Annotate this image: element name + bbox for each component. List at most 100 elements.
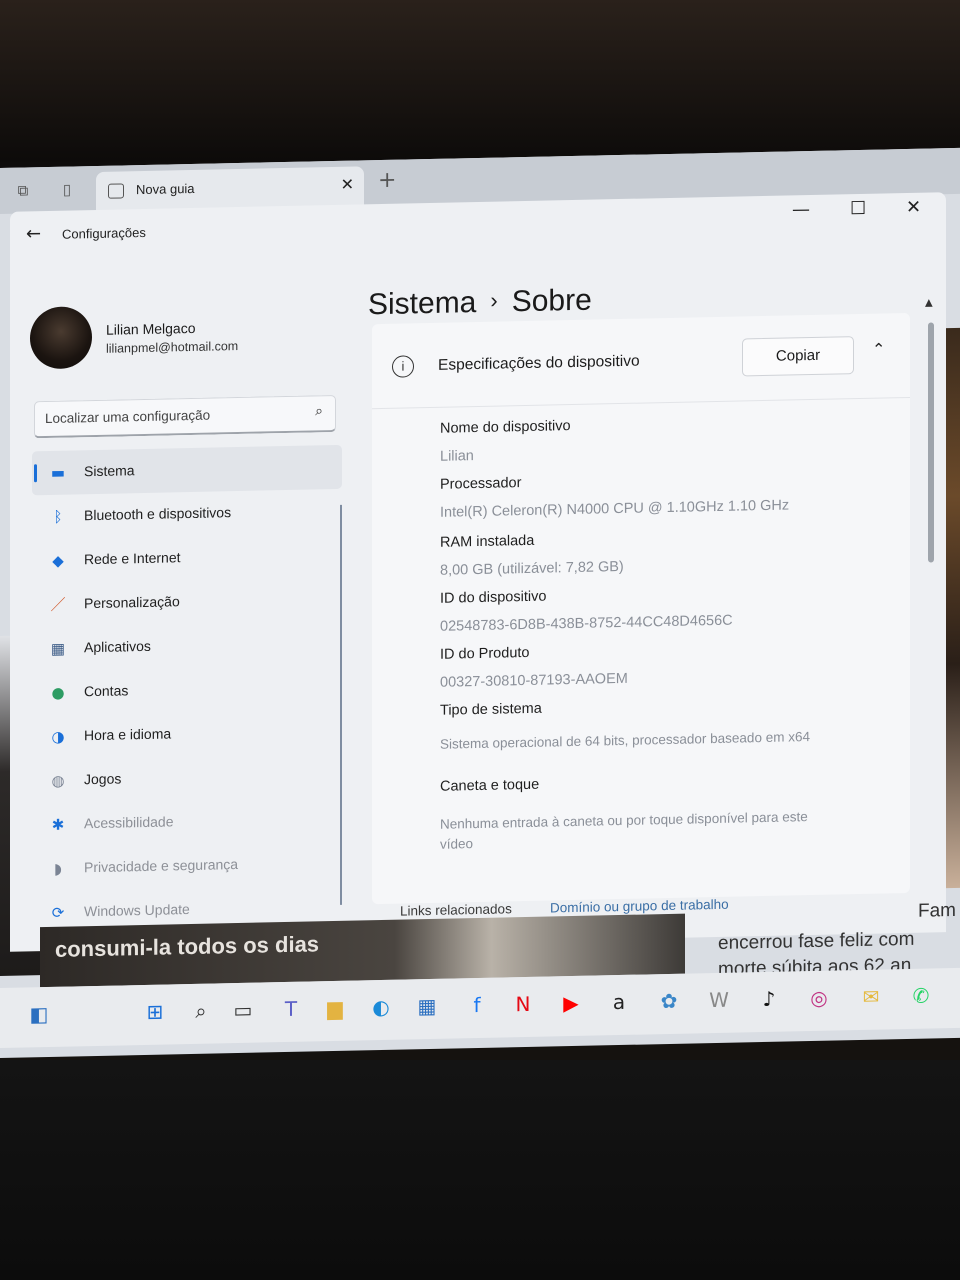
task-view-icon[interactable]: ▭ bbox=[230, 997, 256, 1024]
sidebar-item-hora-e-idioma[interactable]: ◑ Hora e idioma bbox=[32, 709, 342, 759]
netflix-icon[interactable]: N bbox=[510, 991, 536, 1018]
sidebar-item-rede-e-internet[interactable]: ◆ Rede e Internet bbox=[32, 533, 342, 583]
sidebar-item-label: Rede e Internet bbox=[84, 549, 181, 568]
user-name: Lilian Melgaco bbox=[106, 319, 196, 338]
chevron-up-icon[interactable]: ⌃ bbox=[872, 339, 885, 358]
close-button[interactable]: ✕ bbox=[906, 197, 921, 218]
spec-value: Sistema operacional de 64 bits, processa… bbox=[440, 729, 810, 752]
globe-clock-icon: ◑ bbox=[51, 727, 65, 746]
update-icon: ⟳ bbox=[51, 903, 65, 922]
sidebar-nav: ▬ Sistema ᛒ Bluetooth e dispositivos ◆ Rede e… bbox=[32, 444, 342, 935]
shield-icon: ◗ bbox=[54, 859, 62, 878]
new-tab-favicon-icon bbox=[108, 183, 124, 199]
tab-title: Nova guia bbox=[136, 180, 195, 198]
news-fam-text: Fam bbox=[918, 899, 956, 922]
sidebar-item-label: Aplicativos bbox=[84, 637, 151, 656]
sidebar-item-label: Contas bbox=[84, 682, 129, 700]
file-explorer-icon[interactable]: ▆ bbox=[322, 995, 348, 1022]
youtube-icon[interactable]: ▶ bbox=[558, 990, 584, 1017]
new-tab-icon[interactable]: + bbox=[378, 168, 396, 193]
scrollbar-thumb[interactable] bbox=[928, 322, 934, 563]
sidebar-item-label: Windows Update bbox=[84, 901, 190, 920]
app-title: Configurações bbox=[62, 224, 146, 242]
facebook-icon[interactable]: f bbox=[464, 992, 490, 1019]
edge-icon[interactable]: ◐ bbox=[368, 994, 394, 1021]
sidebar-item-acessibilidade[interactable]: ✱ Acessibilidade bbox=[32, 797, 342, 847]
sidebar-item-contas[interactable]: ● Contas bbox=[32, 665, 342, 715]
sidebar-item-jogos[interactable]: ◍ Jogos bbox=[32, 753, 342, 803]
apps-icon: ▦ bbox=[50, 639, 66, 658]
bluetooth-icon: ᛒ bbox=[53, 507, 63, 526]
related-links-label: Links relacionados bbox=[400, 901, 512, 919]
tiktok-icon[interactable]: ♪ bbox=[756, 986, 782, 1013]
info-icon: i bbox=[392, 355, 414, 378]
breadcrumb-parent[interactable]: Sistema bbox=[368, 286, 476, 321]
page-title: Sobre bbox=[511, 283, 592, 319]
sidebar-item-sistema[interactable]: ▬ Sistema bbox=[32, 444, 342, 496]
spec-value: Lilian bbox=[440, 448, 474, 465]
spec-value: Nenhuma entrada à caneta ou por toque di… bbox=[440, 809, 808, 852]
start-icon[interactable]: ⊞ bbox=[142, 998, 168, 1025]
spec-label: ID do Produto bbox=[440, 644, 530, 663]
wifi-icon: ◆ bbox=[52, 551, 64, 570]
sidebar-item-aplicativos[interactable]: ▦ Aplicativos bbox=[32, 621, 342, 671]
selected-indicator bbox=[34, 464, 37, 483]
mail-icon[interactable]: ✉ bbox=[858, 983, 884, 1010]
settings-window: — ☐ ✕ ← Configurações Lilian Melgaco lil… bbox=[10, 192, 946, 952]
user-email: lilianpmel@hotmail.com bbox=[106, 339, 239, 356]
spec-label: Processador bbox=[440, 475, 522, 493]
device-specs-title: Especificações do dispositivo bbox=[438, 352, 640, 374]
maximize-button[interactable]: ☐ bbox=[850, 198, 866, 219]
brush-icon: ／ bbox=[50, 595, 66, 614]
copy-button[interactable]: Copiar bbox=[742, 336, 854, 377]
sidebar-item-personaliza-o[interactable]: ／ Personalização bbox=[32, 577, 342, 627]
amazon-icon[interactable]: a bbox=[606, 989, 632, 1016]
store-icon[interactable]: ▦ bbox=[414, 993, 440, 1020]
monitor-bezel-bottom bbox=[0, 1060, 960, 1280]
spec-value: 02548783-6D8B-438B-8752-44CC48D4656C bbox=[440, 612, 733, 635]
sidebar-item-label: Personalização bbox=[84, 593, 180, 612]
photos-icon[interactable]: ✿ bbox=[656, 988, 682, 1015]
breadcrumb: Sistema › Sobre bbox=[368, 284, 592, 323]
domain-workgroup-link[interactable]: Domínio ou grupo de trabalho bbox=[550, 897, 729, 916]
search-input[interactable]: Localizar uma configuração ⌕ bbox=[34, 394, 336, 439]
tab-close-icon[interactable]: ✕ bbox=[341, 175, 354, 194]
spec-value: Intel(R) Celeron(R) N4000 CPU @ 1.10GHz … bbox=[440, 497, 790, 521]
scroll-up-icon[interactable]: ▲ bbox=[925, 297, 933, 308]
avatar[interactable] bbox=[30, 306, 92, 370]
device-specs-header[interactable]: i Especificações do dispositivo Copiar ⌃ bbox=[372, 312, 910, 410]
vertical-tabs-icon[interactable]: ▯ bbox=[58, 180, 76, 199]
accessibility-icon: ✱ bbox=[51, 815, 65, 834]
sidebar-item-privacidade-e-seguran-a[interactable]: ◗ Privacidade e segurança bbox=[32, 841, 342, 891]
spec-label: RAM instalada bbox=[440, 532, 535, 551]
sidebar-item-label: Privacidade e segurança bbox=[84, 856, 239, 876]
spec-label: ID do dispositivo bbox=[440, 588, 547, 607]
workspaces-icon[interactable]: ⧉ bbox=[14, 181, 32, 199]
sidebar-item-label: Bluetooth e dispositivos bbox=[84, 504, 232, 524]
spec-label: Caneta e toque bbox=[440, 776, 540, 795]
spec-label: Tipo de sistema bbox=[440, 700, 542, 719]
person-icon: ● bbox=[51, 683, 65, 702]
sidebar-item-label: Acessibilidade bbox=[84, 813, 174, 832]
arrow-left-icon[interactable]: ← bbox=[26, 223, 41, 244]
instagram-icon[interactable]: ◎ bbox=[806, 985, 832, 1012]
sidebar-divider bbox=[340, 504, 342, 905]
minimize-button[interactable]: — bbox=[792, 199, 810, 220]
spec-label: Nome do dispositivo bbox=[440, 418, 571, 437]
sidebar-item-bluetooth-e-dispositivos[interactable]: ᛒ Bluetooth e dispositivos bbox=[32, 489, 342, 539]
whatsapp-icon[interactable]: ✆ bbox=[908, 982, 934, 1009]
spec-value: 8,00 GB (utilizável: 7,82 GB) bbox=[440, 558, 624, 579]
screen: ⧉ ▯ Nova guia ✕ + — ☐ ✕ ← Configurações … bbox=[0, 147, 960, 1058]
news-headline-right-1[interactable]: encerrou fase feliz com bbox=[718, 929, 914, 955]
sidebar-item-label: Jogos bbox=[84, 770, 122, 788]
search-placeholder: Localizar uma configuração bbox=[45, 407, 211, 427]
teams-icon[interactable]: T bbox=[278, 996, 304, 1023]
wikipedia-icon[interactable]: W bbox=[706, 987, 732, 1014]
sidebar-item-label: Hora e idioma bbox=[84, 725, 172, 744]
monitor-icon: ▬ bbox=[50, 463, 66, 482]
breadcrumb-chevron-icon: › bbox=[490, 287, 498, 313]
news-headline-left[interactable]: consumi-la todos os dias bbox=[55, 931, 319, 963]
search-icon[interactable]: ⌕ bbox=[188, 998, 214, 1025]
search-icon: ⌕ bbox=[315, 403, 323, 420]
widgets-icon[interactable]: ◧ bbox=[26, 1001, 52, 1028]
